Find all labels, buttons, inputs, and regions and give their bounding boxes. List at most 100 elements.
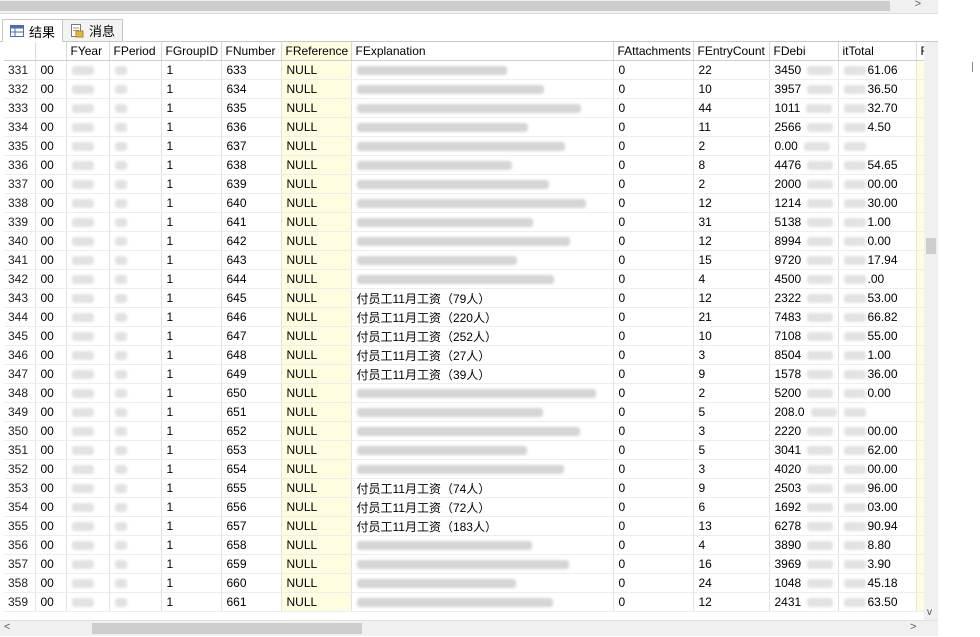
cell-id[interactable]: 00 [35, 440, 67, 460]
table-row[interactable]: 336 00 1 638 NULL 0 8 4476 54.65 [4, 155, 929, 175]
cell-rownum[interactable]: 335 [4, 136, 36, 156]
top-horizontal-scrollbar[interactable]: > [0, 0, 938, 14]
cell-freference[interactable]: NULL [281, 459, 352, 479]
cell-fperiod[interactable] [109, 212, 162, 232]
cell-freference[interactable]: NULL [281, 136, 352, 156]
cell-fexplanation[interactable]: 付员工11月工资（39人） [351, 364, 614, 384]
cell-fentrycount[interactable]: 4 [693, 269, 770, 289]
cell-id[interactable]: 00 [35, 421, 67, 441]
cell-fnumber[interactable]: 648 [221, 345, 282, 365]
cell-fentrycount[interactable]: 24 [693, 573, 770, 593]
cell-fcredittotal[interactable] [838, 136, 917, 156]
cell-fdebittotal[interactable]: 4020 [769, 459, 839, 479]
cell-rownum[interactable]: 340 [4, 231, 36, 251]
cell-rownum[interactable]: 348 [4, 383, 36, 403]
cell-fattachments[interactable]: 0 [613, 193, 694, 213]
cell-fnumber[interactable]: 653 [221, 440, 282, 460]
cell-id[interactable]: 00 [35, 573, 67, 593]
cell-fperiod[interactable] [109, 326, 162, 346]
cell-rownum[interactable]: 356 [4, 535, 36, 555]
table-row[interactable]: 353 00 1 655 NULL 付员工11月工资（74人） 0 9 2503 96.00 [4, 478, 929, 498]
cell-id[interactable]: 00 [35, 60, 67, 80]
cell-fyear[interactable] [66, 554, 110, 574]
table-row[interactable]: 342 00 1 644 NULL 0 4 4500 .00 [4, 269, 929, 289]
cell-fattachments[interactable]: 0 [613, 174, 694, 194]
table-row[interactable]: 343 00 1 645 NULL 付员工11月工资（79人） 0 12 2322 53.00 [4, 288, 929, 308]
cell-freference[interactable]: NULL [281, 288, 352, 308]
cell-fperiod[interactable] [109, 402, 162, 422]
cell-rownum[interactable]: 352 [4, 459, 36, 479]
cell-fnumber[interactable]: 650 [221, 383, 282, 403]
cell-rownum[interactable]: 347 [4, 364, 36, 384]
cell-fentrycount[interactable]: 9 [693, 478, 770, 498]
cell-freference[interactable]: NULL [281, 497, 352, 517]
column-header-fgroupid[interactable]: FGroupID [161, 42, 222, 61]
cell-fgroupid[interactable]: 1 [161, 516, 222, 536]
cell-fgroupid[interactable]: 1 [161, 554, 222, 574]
cell-id[interactable]: 00 [35, 516, 67, 536]
cell-fcredittotal[interactable]: 53.00 [838, 288, 917, 308]
table-row[interactable]: 358 00 1 660 NULL 0 24 1048 45.18 [4, 573, 929, 593]
cell-fcredittotal[interactable]: 96.00 [838, 478, 917, 498]
column-header-fattachments[interactable]: FAttachments [613, 42, 694, 61]
cell-fperiod[interactable] [109, 288, 162, 308]
vertical-scrollbar-thumb[interactable] [926, 238, 936, 254]
cell-fattachments[interactable]: 0 [613, 459, 694, 479]
cell-fexplanation[interactable]: 付员工11月工资（220人） [351, 307, 614, 327]
cell-fentrycount[interactable]: 31 [693, 212, 770, 232]
cell-fexplanation[interactable]: 付员工11月工资（74人） [351, 478, 614, 498]
table-row[interactable]: 344 00 1 646 NULL 付员工11月工资（220人） 0 21 7483 66.82 [4, 307, 929, 327]
cell-fdebittotal[interactable]: 4476 [769, 155, 839, 175]
cell-fperiod[interactable] [109, 554, 162, 574]
cell-fcredittotal[interactable]: 00.00 [838, 421, 917, 441]
cell-fattachments[interactable]: 0 [613, 326, 694, 346]
cell-fentrycount[interactable]: 21 [693, 307, 770, 327]
cell-fattachments[interactable]: 0 [613, 383, 694, 403]
cell-fyear[interactable] [66, 516, 110, 536]
cell-freference[interactable]: NULL [281, 383, 352, 403]
cell-fexplanation[interactable] [351, 535, 614, 555]
cell-fdebittotal[interactable]: 1048 [769, 573, 839, 593]
table-row[interactable]: 345 00 1 647 NULL 付员工11月工资（252人） 0 10 7108 55.00 [4, 326, 929, 346]
scroll-down-arrow-icon[interactable]: v [927, 607, 932, 618]
cell-fentrycount[interactable]: 12 [693, 231, 770, 251]
cell-fdebittotal[interactable]: 3957 [769, 79, 839, 99]
cell-rownum[interactable]: 334 [4, 117, 36, 137]
cell-rownum[interactable]: 355 [4, 516, 36, 536]
cell-fentrycount[interactable]: 4 [693, 535, 770, 555]
cell-id[interactable]: 00 [35, 326, 67, 346]
cell-fentrycount[interactable]: 3 [693, 459, 770, 479]
cell-fyear[interactable] [66, 535, 110, 555]
cell-fcredittotal[interactable]: .00 [838, 269, 917, 289]
cell-fcredittotal[interactable]: 00.00 [838, 174, 917, 194]
table-row[interactable]: 331 00 1 633 NULL 0 22 3450 61.06 [4, 60, 929, 80]
cell-fattachments[interactable]: 0 [613, 573, 694, 593]
cell-freference[interactable]: NULL [281, 60, 352, 80]
cell-fdebittotal[interactable]: 3969 [769, 554, 839, 574]
cell-id[interactable]: 00 [35, 307, 67, 327]
cell-fcredittotal[interactable]: 61.06 [838, 60, 917, 80]
cell-fgroupid[interactable]: 1 [161, 421, 222, 441]
table-row[interactable]: 346 00 1 648 NULL 付员工11月工资（27人） 0 3 8504 1.00 [4, 345, 929, 365]
cell-fperiod[interactable] [109, 592, 162, 612]
cell-fdebittotal[interactable]: 1578 [769, 364, 839, 384]
cell-id[interactable]: 00 [35, 174, 67, 194]
cell-freference[interactable]: NULL [281, 174, 352, 194]
cell-fgroupid[interactable]: 1 [161, 60, 222, 80]
cell-fyear[interactable] [66, 231, 110, 251]
cell-fattachments[interactable]: 0 [613, 497, 694, 517]
cell-fentrycount[interactable]: 8 [693, 155, 770, 175]
cell-fdebittotal[interactable]: 5138 [769, 212, 839, 232]
cell-fcredittotal[interactable]: 36.50 [838, 79, 917, 99]
cell-fdebittotal[interactable]: 7108 [769, 326, 839, 346]
cell-fnumber[interactable]: 640 [221, 193, 282, 213]
cell-fentrycount[interactable]: 44 [693, 98, 770, 118]
cell-fgroupid[interactable]: 1 [161, 459, 222, 479]
cell-fnumber[interactable]: 635 [221, 98, 282, 118]
column-header-fnumber[interactable]: FNumber [221, 42, 282, 61]
cell-fattachments[interactable]: 0 [613, 307, 694, 327]
cell-fattachments[interactable]: 0 [613, 117, 694, 137]
cell-fcredittotal[interactable]: 62.00 [838, 440, 917, 460]
cell-freference[interactable]: NULL [281, 231, 352, 251]
cell-fnumber[interactable]: 637 [221, 136, 282, 156]
